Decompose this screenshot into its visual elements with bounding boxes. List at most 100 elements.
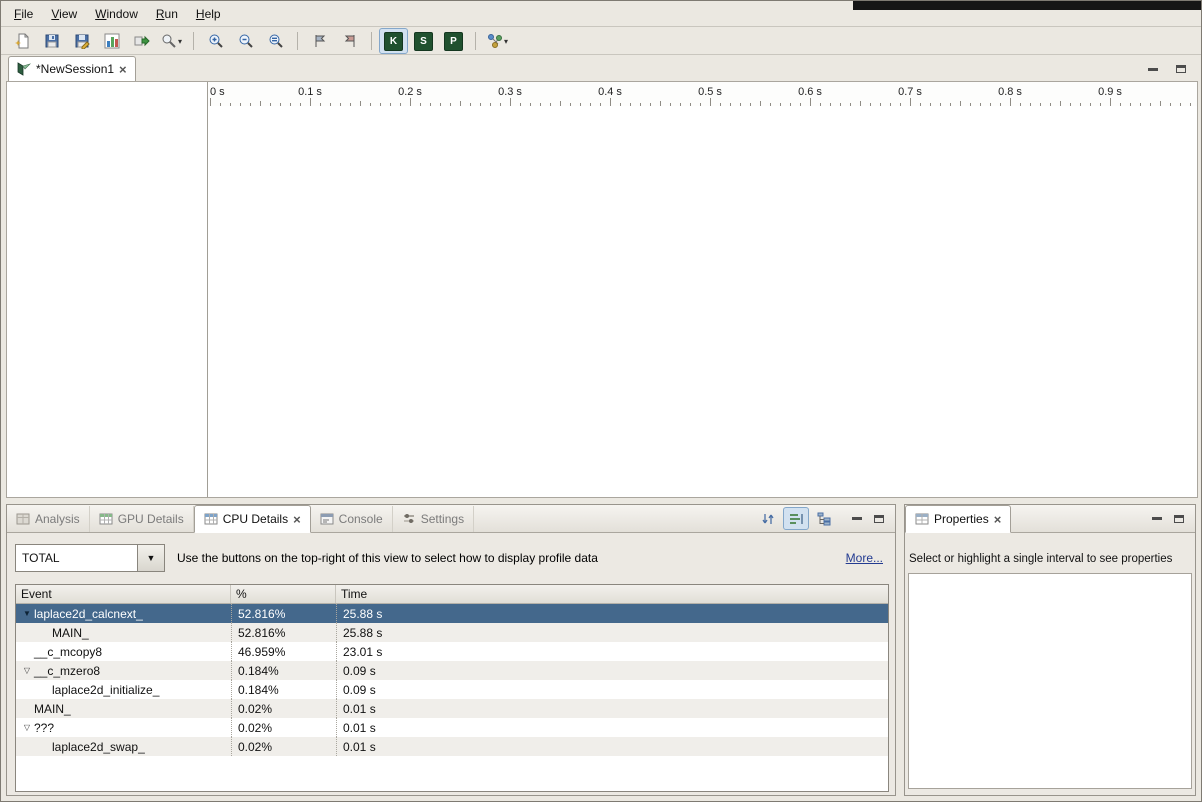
expander-icon[interactable] — [20, 667, 34, 675]
tab-label: GPU Details — [118, 512, 184, 526]
table-row[interactable]: laplace2d_calcnext_ 52.816% 25.88 s — [16, 604, 888, 623]
save-as-button[interactable] — [67, 28, 96, 54]
time-value: 25.88 s — [336, 623, 888, 642]
combo-value: TOTAL — [16, 545, 137, 571]
combo-dropdown-button[interactable]: ▼ — [137, 545, 164, 571]
tab-label: Properties — [934, 512, 989, 526]
properties-window-buttons — [1147, 505, 1195, 532]
table-row[interactable]: __c_mzero8 0.184% 0.09 s — [16, 661, 888, 680]
event-name: __c_mcopy8 — [34, 645, 102, 659]
call-tree-icon — [816, 511, 832, 527]
tab-gpu-details[interactable]: GPU Details — [90, 506, 194, 532]
tab-console[interactable]: Console — [311, 506, 393, 532]
close-icon[interactable]: × — [293, 513, 301, 526]
minimize-button[interactable] — [847, 511, 867, 527]
stream-toggle-button[interactable]: S — [409, 28, 438, 54]
properties-panel: Properties × Select or highlight a singl… — [904, 504, 1196, 796]
flat-profile-button[interactable] — [783, 507, 809, 530]
event-name: MAIN_ — [52, 626, 89, 640]
kernel-toggle-button[interactable]: K — [379, 28, 408, 54]
previous-marker-button[interactable] — [335, 28, 364, 54]
sort-order-icon — [760, 511, 776, 527]
chevron-down-icon: ▼ — [147, 553, 156, 563]
time-value: 0.09 s — [336, 680, 888, 699]
table-row[interactable]: MAIN_ 0.02% 0.01 s — [16, 699, 888, 718]
table-row[interactable]: MAIN_ 52.816% 25.88 s — [16, 623, 888, 642]
bottom-panel-tab-bar: Analysis GPU Details CPU Details × Conso… — [7, 505, 895, 533]
table-header: Event % Time — [16, 585, 888, 604]
percent-value: 52.816% — [231, 604, 336, 623]
source-view-button[interactable]: ▾ — [157, 28, 186, 54]
menu-bar: File View Window Run Help — [5, 3, 230, 25]
close-icon[interactable]: × — [119, 63, 127, 76]
maximize-button[interactable] — [1169, 511, 1189, 527]
column-header-time[interactable]: Time — [336, 585, 888, 603]
close-icon[interactable]: × — [994, 513, 1002, 526]
time-value: 23.01 s — [336, 642, 888, 661]
zoom-in-button[interactable] — [201, 28, 230, 54]
maximize-button[interactable] — [869, 511, 889, 527]
source-magnifier-icon — [161, 33, 177, 49]
menu-file[interactable]: File — [5, 4, 42, 24]
view-toolbar — [755, 505, 895, 532]
time-value: 0.01 s — [336, 699, 888, 718]
menu-run[interactable]: Run — [147, 4, 187, 24]
profile-application-button[interactable] — [97, 28, 126, 54]
event-name: laplace2d_swap_ — [52, 740, 145, 754]
call-tree-button[interactable] — [811, 507, 837, 530]
sort-order-button[interactable] — [755, 507, 781, 530]
column-header-event[interactable]: Event — [16, 585, 231, 603]
previous-marker-flag-icon — [342, 33, 358, 49]
tab-properties[interactable]: Properties × — [905, 505, 1011, 533]
settings-tab-icon — [402, 512, 416, 526]
profiler-window: File View Window Run Help ▾ — [0, 0, 1202, 802]
table-row[interactable]: __c_mcopy8 46.959% 23.01 s — [16, 642, 888, 661]
expander-icon[interactable] — [20, 610, 34, 618]
next-marker-flag-icon — [312, 33, 328, 49]
console-tab-icon — [320, 512, 334, 526]
window-decoration — [853, 1, 1201, 10]
tab-label: Analysis — [35, 512, 80, 526]
properties-content-area — [908, 573, 1192, 789]
dropdown-arrow-icon: ▾ — [504, 37, 508, 46]
session-tab[interactable]: *NewSession1 × — [8, 56, 136, 81]
minimize-icon — [852, 517, 862, 520]
ruler-label: 0.2 s — [398, 86, 422, 98]
cpu-events-table: Event % Time laplace2d_calcnext_ 52.816%… — [15, 584, 889, 792]
save-button[interactable] — [37, 28, 66, 54]
percent-value: 52.816% — [231, 623, 336, 642]
column-header-percent[interactable]: % — [231, 585, 336, 603]
timeline-canvas[interactable] — [208, 106, 1197, 497]
next-marker-button[interactable] — [305, 28, 334, 54]
tab-analysis[interactable]: Analysis — [7, 506, 90, 532]
table-row[interactable]: ??? 0.02% 0.01 s — [16, 718, 888, 737]
event-name: laplace2d_calcnext_ — [34, 607, 143, 621]
ruler-label: 0.3 s — [498, 86, 522, 98]
minimize-button[interactable] — [1147, 511, 1167, 527]
event-name: ??? — [34, 721, 54, 735]
menu-help[interactable]: Help — [187, 4, 230, 24]
process-toggle-button[interactable]: P — [439, 28, 468, 54]
menu-view[interactable]: View — [42, 4, 86, 24]
tab-label: Settings — [421, 512, 464, 526]
ruler-label: 0.6 s — [798, 86, 822, 98]
expander-icon[interactable] — [20, 724, 34, 732]
tab-settings[interactable]: Settings — [393, 506, 474, 532]
maximize-button[interactable] — [1171, 61, 1191, 77]
maximize-icon — [1174, 515, 1184, 523]
zoom-out-button[interactable] — [231, 28, 260, 54]
more-link[interactable]: More... — [846, 551, 887, 565]
tab-cpu-details[interactable]: CPU Details × — [194, 505, 311, 533]
display-options-row: TOTAL ▼ Use the buttons on the top-right… — [15, 541, 887, 575]
export-button[interactable] — [127, 28, 156, 54]
menu-separator — [1, 26, 1201, 27]
display-mode-combo[interactable]: TOTAL ▼ — [15, 544, 165, 572]
table-row[interactable]: laplace2d_swap_ 0.02% 0.01 s — [16, 737, 888, 756]
zoom-fit-button[interactable] — [261, 28, 290, 54]
minimize-button[interactable] — [1143, 61, 1163, 77]
event-name: MAIN_ — [34, 702, 71, 716]
analysis-button[interactable]: ▾ — [483, 28, 512, 54]
new-session-button[interactable] — [7, 28, 36, 54]
table-row[interactable]: laplace2d_initialize_ 0.184% 0.09 s — [16, 680, 888, 699]
menu-window[interactable]: Window — [86, 4, 147, 24]
